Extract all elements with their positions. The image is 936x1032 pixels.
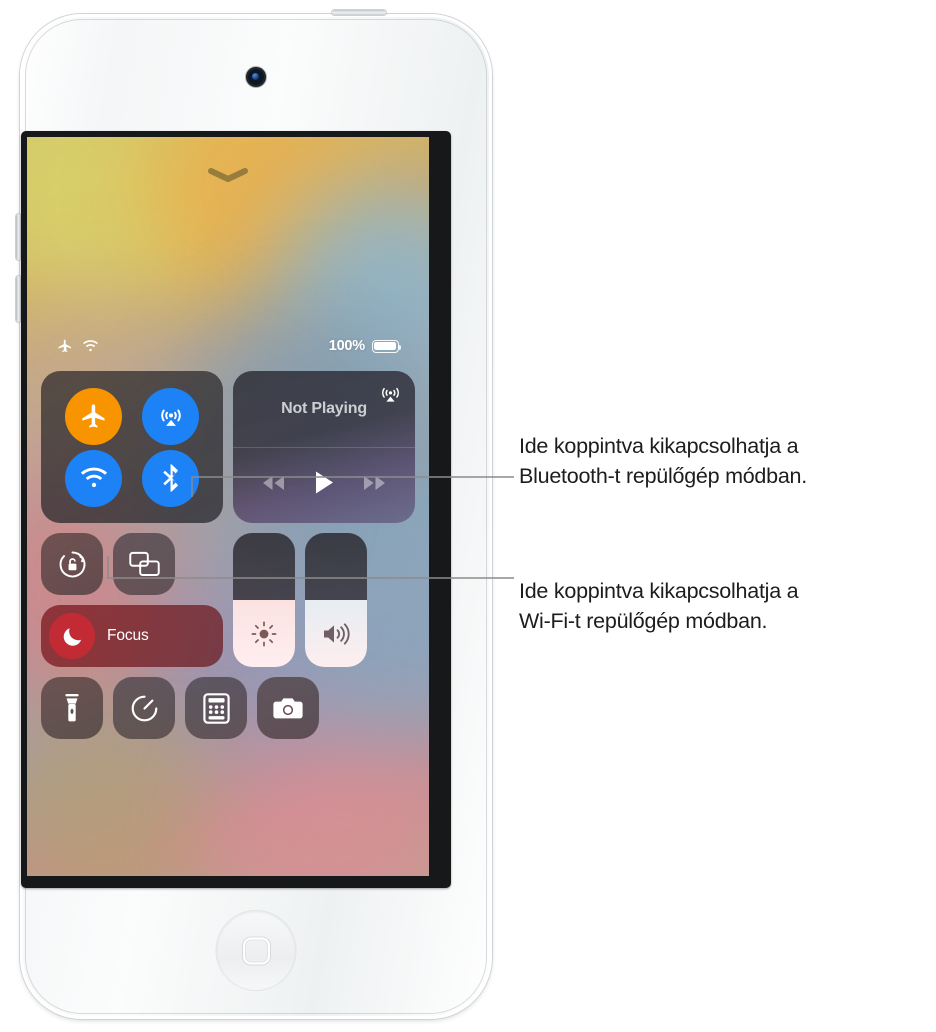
focus-button[interactable]: Focus	[41, 605, 223, 667]
screenshot-root: 100% Not Playing Focus Ide koppintva kik…	[0, 0, 936, 1032]
connectivity-tile[interactable]	[41, 371, 223, 523]
battery-percent-label: 100%	[328, 338, 365, 354]
callout-bluetooth-line1: Ide koppintva kikapcsolhatja a	[519, 434, 799, 458]
control-center-row-1: Not Playing	[41, 371, 415, 523]
callout-wifi-line1: Ide koppintva kikapcsolhatja a	[519, 579, 799, 603]
bluetooth-icon	[162, 464, 178, 492]
airdrop-icon	[160, 409, 181, 426]
home-button[interactable]	[216, 911, 296, 990]
callout-bluetooth: Ide koppintva kikapcsolhatja a Bluetooth…	[519, 431, 936, 491]
flashlight-button[interactable]	[41, 677, 103, 739]
airplane-icon	[81, 404, 104, 428]
focus-label: Focus	[107, 627, 149, 644]
wifi-icon	[83, 339, 98, 351]
screen-mirroring-icon	[128, 551, 160, 577]
wifi-icon	[80, 467, 107, 487]
rotation-lock-button[interactable]	[41, 533, 103, 595]
callout-bluetooth-line2: Bluetooth-t repülőgép módban.	[519, 464, 807, 488]
brightness-slider[interactable]	[233, 533, 295, 667]
play-button[interactable]	[314, 470, 334, 500]
callout-wifi-line2: Wi-Fi-t repülőgép módban.	[519, 609, 768, 633]
volume-slider[interactable]	[305, 533, 367, 667]
focus-icon-circle	[49, 613, 95, 659]
brightness-icon	[251, 621, 277, 646]
rewind-button[interactable]	[260, 474, 287, 497]
timer-button[interactable]	[113, 677, 175, 739]
camera-button[interactable]	[257, 677, 319, 739]
now-playing-header: Not Playing	[233, 371, 415, 447]
play-icon	[315, 471, 333, 494]
airdrop-button[interactable]	[142, 387, 199, 445]
status-bar: 100%	[27, 333, 429, 359]
control-center-handle[interactable]	[207, 167, 249, 188]
control-center-row-2: Focus	[41, 533, 415, 667]
bluetooth-button[interactable]	[142, 449, 199, 507]
battery-full-icon	[372, 339, 402, 353]
front-camera-icon	[246, 67, 266, 87]
airplane-mode-icon	[58, 339, 71, 352]
fast-forward-icon	[363, 475, 385, 490]
now-playing-title: Not Playing	[281, 399, 367, 417]
rotation-lock-icon	[59, 551, 85, 577]
fast-forward-button[interactable]	[361, 474, 388, 497]
power-button[interactable]	[332, 10, 386, 15]
flashlight-icon	[65, 694, 79, 722]
timer-icon	[131, 695, 157, 721]
control-center-left-stack: Focus	[41, 533, 223, 667]
screen-mirroring-button[interactable]	[113, 533, 175, 595]
media-controls	[233, 448, 415, 524]
calculator-button[interactable]	[185, 677, 247, 739]
wifi-button[interactable]	[65, 449, 122, 507]
status-bar-right: 100%	[328, 338, 402, 354]
control-center-row-3	[41, 677, 415, 739]
status-bar-left	[57, 338, 99, 354]
now-playing-tile[interactable]: Not Playing	[233, 371, 415, 523]
control-center: Not Playing Focus	[41, 371, 415, 749]
home-button-square-icon	[242, 937, 270, 964]
airplay-icon[interactable]	[378, 381, 403, 411]
chevron-down-icon	[208, 168, 248, 182]
moon-icon	[63, 627, 81, 646]
rewind-icon	[263, 475, 285, 490]
airplane-mode-button[interactable]	[65, 387, 122, 445]
callout-wifi: Ide koppintva kikapcsolhatja a Wi-Fi-t r…	[519, 576, 936, 636]
screen-bezel: 100% Not Playing Focus	[21, 131, 451, 888]
calculator-icon	[202, 692, 230, 724]
volume-icon	[324, 622, 350, 645]
camera-icon	[273, 698, 303, 719]
device-screen: 100% Not Playing Focus	[27, 137, 429, 876]
